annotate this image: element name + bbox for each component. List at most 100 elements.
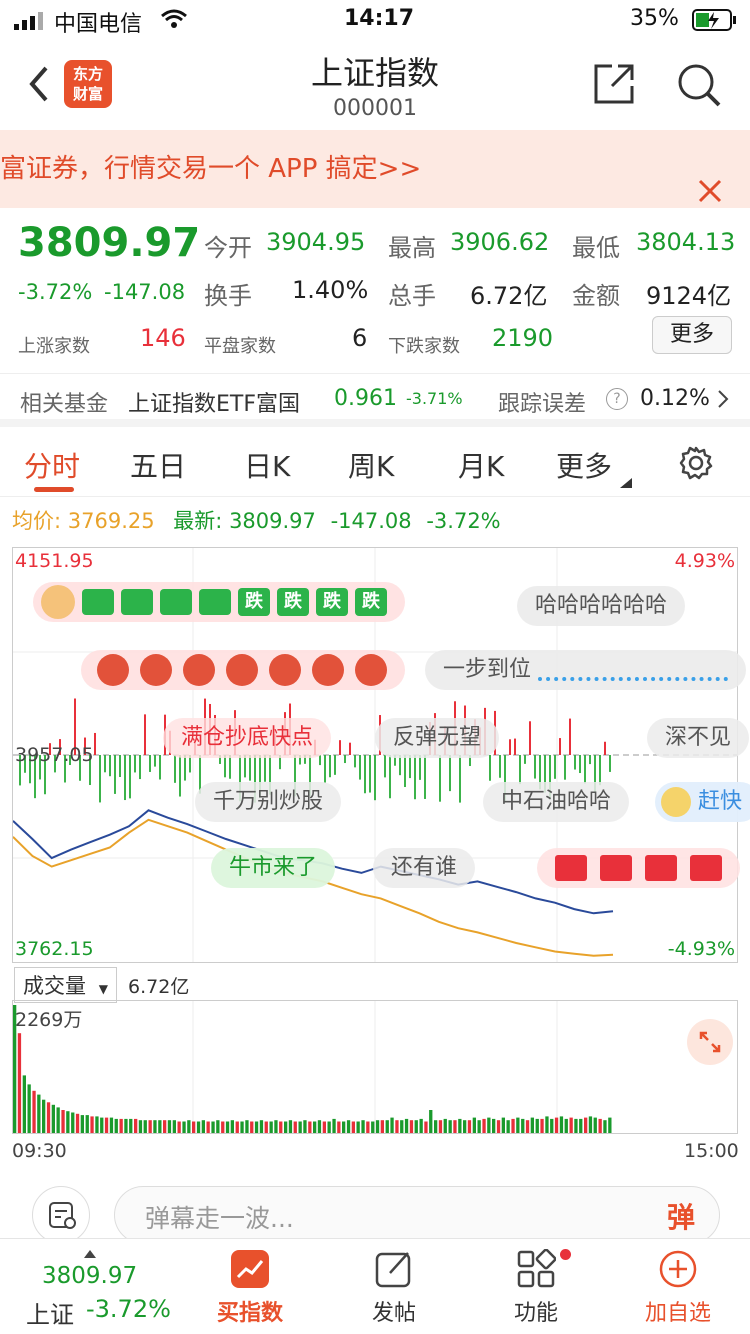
danmu-item[interactable]: 满仓抄底快点: [163, 718, 332, 758]
angry-face-icon: [226, 654, 258, 686]
volume-bar: [274, 1120, 278, 1133]
volume-bar: [501, 1117, 505, 1133]
volume-bar: [448, 1120, 452, 1133]
volume-bar: [17, 1033, 22, 1133]
intraday-chart[interactable]: 4151.95 3957.05 3762.15 4.93% -4.93% 跌 跌…: [12, 547, 750, 963]
flag-icon: [600, 855, 632, 881]
volume-bar: [51, 1104, 55, 1133]
flat-label: 平盘家数: [204, 336, 276, 357]
tick-bar: [584, 755, 586, 784]
down-label: 下跌家数: [388, 336, 460, 357]
tick-bar: [104, 755, 106, 773]
add-watchlist-button[interactable]: 加自选: [628, 1249, 728, 1327]
buy-index-button[interactable]: 买指数: [200, 1249, 300, 1327]
tick-bar: [154, 755, 156, 767]
promo-banner[interactable]: 富证券，行情交易一个 APP 搞定>>: [0, 130, 750, 208]
danmu-item[interactable]: 一步到位: [425, 650, 747, 690]
help-icon[interactable]: ?: [606, 388, 628, 410]
danmu-input[interactable]: 弹幕走一波... 弹: [114, 1186, 720, 1244]
danmu-item[interactable]: 深不见: [647, 718, 750, 758]
volume-bar: [90, 1116, 94, 1133]
tick-bar: [159, 755, 161, 780]
nav-bar: 东方 财富 上证指数 000001: [0, 40, 750, 130]
fall-chart-icon: [121, 589, 153, 615]
close-icon[interactable]: [698, 156, 722, 208]
chevron-right-icon[interactable]: [716, 388, 730, 414]
volume-selector[interactable]: 成交量 ▼: [14, 967, 117, 1003]
share-icon[interactable]: [592, 62, 636, 110]
bottom-index-price: 3809.97: [42, 1263, 138, 1289]
volume-bar: [138, 1120, 143, 1133]
volume-bar: [32, 1090, 36, 1133]
battery-percent: 35%: [630, 6, 679, 31]
danmu-flags[interactable]: [537, 848, 740, 888]
danmu-item[interactable]: 牛市来了: [211, 848, 336, 888]
tab-more[interactable]: 更多: [556, 445, 612, 485]
tick-bar: [389, 755, 391, 799]
volume-bar: [463, 1120, 467, 1133]
danmu-angry[interactable]: [81, 650, 405, 690]
volume-bar: [346, 1120, 351, 1133]
volume-bar: [322, 1121, 326, 1133]
volume-bar: [371, 1121, 375, 1133]
search-icon[interactable]: [676, 62, 722, 112]
more-button[interactable]: 更多: [652, 316, 732, 354]
volume-bar: [85, 1115, 89, 1133]
signal-icon: [14, 10, 48, 36]
buy-index-label: 买指数: [216, 1301, 283, 1326]
add-watchlist-label: 加自选: [644, 1301, 711, 1326]
volume-bar: [196, 1121, 201, 1133]
tick-bar: [414, 755, 416, 800]
volume-bar: [453, 1120, 457, 1133]
angry-face-icon: [312, 654, 344, 686]
latest-pct: -3.72%: [426, 509, 501, 533]
tab-weekly-k[interactable]: 周K: [348, 445, 394, 485]
danmu-item[interactable]: 还有谁: [373, 848, 476, 888]
tracking-error-value: 0.12%: [640, 386, 710, 411]
post-button[interactable]: 发帖: [344, 1249, 444, 1327]
danmu-send-button[interactable]: 弹: [667, 1196, 695, 1236]
gear-icon[interactable]: [678, 445, 714, 485]
danmu-bull-fall[interactable]: 跌 跌 跌 跌: [33, 582, 405, 622]
tab-monthly-k[interactable]: 月K: [458, 445, 504, 485]
volume-value: 6.72亿: [470, 282, 548, 310]
danmu-item[interactable]: 赶快: [655, 782, 750, 822]
volume-bar: [429, 1110, 433, 1133]
volume-bar: [37, 1094, 41, 1133]
volume-bar: [593, 1117, 597, 1133]
volume-bar: [337, 1121, 341, 1133]
tick-bar: [409, 755, 411, 779]
danmu-item[interactable]: 中石油哈哈: [483, 782, 630, 822]
related-fund-row[interactable]: 相关基金 上证指数ETF富国 0.961 -3.71% 跟踪误差 ? 0.12%: [0, 373, 750, 427]
volume-bar: [158, 1120, 162, 1133]
volume-bar: [525, 1120, 530, 1133]
change-value: -147.08: [104, 280, 186, 304]
volume-bar: [308, 1121, 312, 1133]
volume-bar: [400, 1120, 404, 1133]
expand-button[interactable]: [687, 1019, 733, 1065]
tick-bar: [514, 738, 516, 755]
tab-five-day[interactable]: 五日: [130, 445, 186, 485]
danmu-item[interactable]: 反弹无望: [375, 718, 500, 758]
volume-bar: [129, 1118, 133, 1133]
functions-button[interactable]: 功能: [486, 1248, 586, 1327]
y-bottom-label: 3762.15: [15, 938, 94, 960]
volume-bar: [298, 1121, 302, 1133]
volume-bar: [80, 1115, 84, 1133]
volume-bar: [588, 1116, 593, 1133]
tab-daily-k[interactable]: 日K: [244, 445, 290, 485]
danmu-item[interactable]: 哈哈哈哈哈哈: [517, 586, 686, 626]
volume-bar: [303, 1120, 307, 1133]
wifi-icon: [160, 8, 188, 36]
volume-bar: [608, 1117, 612, 1133]
tick-bar: [574, 755, 576, 770]
tab-intraday[interactable]: 分时: [24, 445, 80, 485]
down-count: 2190: [492, 324, 554, 352]
volume-chart[interactable]: 2269万: [12, 1000, 738, 1134]
volume-bar: [511, 1118, 515, 1133]
bottom-index-label: 上证: [26, 1301, 74, 1329]
volume-bar: [487, 1117, 491, 1133]
danmu-toggle-button[interactable]: [32, 1186, 90, 1244]
volume-bar: [187, 1120, 191, 1133]
danmu-item[interactable]: 千万别炒股: [195, 782, 342, 822]
